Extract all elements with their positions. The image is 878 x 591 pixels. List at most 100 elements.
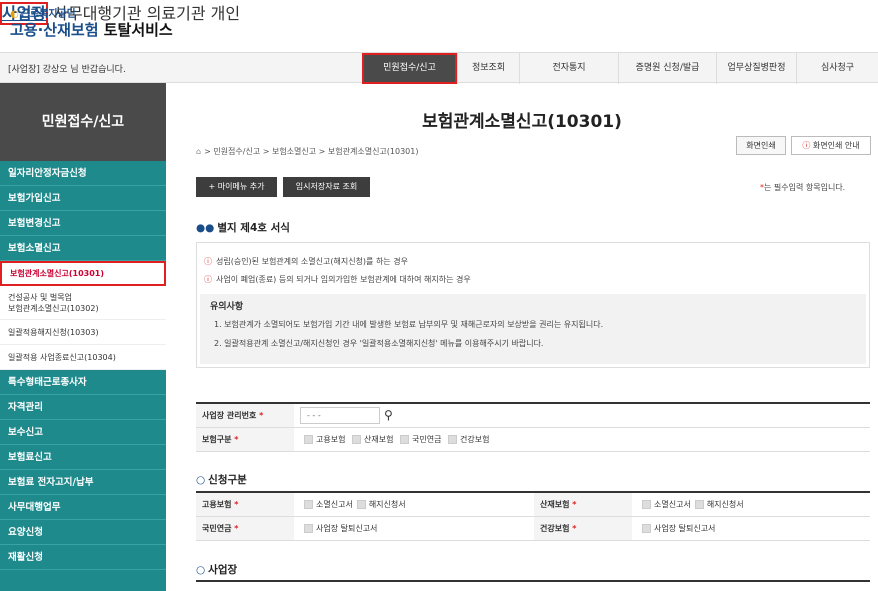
required-star: * [259,410,264,420]
checkbox-emp-cancel[interactable] [356,499,366,509]
sidebar-item[interactable]: 요양신청 [0,520,166,545]
sidebar-item[interactable]: 보험료신고 [0,445,166,470]
sidebar-sub[interactable]: 일괄적용 사업종료신고(10304) [0,345,166,370]
ind-options: 소멸신고서 해지신청서 [632,492,870,517]
ins-options: 고용보험 산재보험 국민연금 건강보험 [294,427,870,452]
apply-section-title: ○ 신청구분 [196,472,247,487]
home-icon[interactable]: ⌂ [196,147,201,156]
option-label: 국민연금 [412,434,442,444]
checkbox-ind-extinct[interactable] [642,499,651,509]
notice-line: ⓘ 성립(승인)된 보험관계의 소멸신고(해지신청)를 하는 경우 [204,256,408,267]
header: ◐ 근로복지공단 고용·산재보험 토탈서비스 사업장 사무대행기관 의료기관 개인 [0,0,878,52]
sidebar-item[interactable]: 자격관리 [0,395,166,420]
sidebar-item[interactable]: 보험료 전자고지/납부 [0,470,166,495]
notice-text: 성립(승인)된 보험관계의 소멸신고(해지신청)를 하는 경우 [216,257,408,266]
emp-options: 소멸신고서 해지신청서 [294,492,534,517]
mgmt-number-input[interactable]: - - - [300,406,380,424]
option-label: 소멸신고서 [316,499,353,509]
hlt-label: 건강보험 * [534,516,632,541]
service-title-b: 토탈서비스 [103,21,173,39]
biz-table-top [196,580,870,582]
checkbox-pen-withdraw[interactable] [304,523,313,533]
sidebar-item[interactable]: 특수형태근로종사자 [0,370,166,395]
caution-box: 유의사항 1. 보험관계가 소멸되어도 보험가입 기간 내에 발생한 보험료 납… [200,294,866,364]
ins-label-text: 보험구분 [202,434,232,444]
checkbox-health[interactable] [448,434,457,444]
greeting: [사업장] 강상오 님 반갑습니다. [8,65,126,75]
ins-label: 보험구분 * [196,427,294,452]
sidebar-item[interactable]: 보험가입신고 [0,186,166,211]
option-label: 사업장 탈퇴신고서 [316,523,378,533]
add-mymenu-button[interactable]: + 마이메뉴 추가 [196,177,277,197]
apply-form: 고용보험 * 소멸신고서 해지신청서 산재보험 * 소멸신고서 해지신청서 국민연금… [196,491,870,541]
print-guide-button[interactable]: ⓘ 화면인쇄 안내 [791,136,871,155]
breadcrumb-text: > 민원접수/신고 > 보험소멸신고 > 보험관계소멸신고(10301) [204,147,419,156]
sidebar-item[interactable]: 재활신청 [0,545,166,570]
checkbox-emp-extinct[interactable] [304,499,313,509]
required-star: * [234,434,239,444]
notice-line: ⓘ 사업이 폐업(종료) 등의 되거나 임의가입한 보험관계에 대하여 해지하는 … [204,274,471,285]
checkbox-hlt-withdraw[interactable] [642,523,651,533]
pen-options: 사업장 탈퇴신고서 [294,516,534,541]
sidebar-item[interactable]: 보수신고 [0,420,166,445]
tab-disease[interactable]: 업무상질병판정 [716,53,796,84]
print-button[interactable]: 화면인쇄 [736,136,786,155]
nav-individual[interactable]: 개인 [211,4,240,23]
tab-civil[interactable]: 민원접수/신고 [362,53,457,84]
pen-label: 국민연금 * [196,516,294,541]
notice-text: 사업이 폐업(종료) 등의 되거나 임의가입한 보험관계에 대하여 해지하는 경… [216,275,471,284]
checkbox-industrial[interactable] [352,434,361,444]
pen-label-text: 국민연금 [202,523,232,533]
option-label: 사업장 탈퇴신고서 [654,523,716,533]
option-label: 해지신청서 [706,499,744,509]
sub-label: 건설공사 및 벌목업 [8,293,72,302]
ind-label: 산재보험 * [534,492,632,517]
checkbox-employment[interactable] [304,434,313,444]
sidebar-sub[interactable]: 일괄적용해지신청(10303) [0,320,166,345]
bullet-icon: ●● [196,222,215,234]
ind-label-text: 산재보험 [540,499,570,509]
hlt-label-text: 건강보험 [540,523,570,533]
alert-icon: ⓘ [802,141,811,150]
checkbox-pension[interactable] [400,434,409,444]
caution-item: 2. 일괄적용관계 소멸신고/해지신청인 경우 '일괄적용소멸해지신청' 메뉴를… [214,339,544,348]
sidebar-item[interactable]: 보험소멸신고 [0,236,166,261]
sidebar-item[interactable]: 보험변경신고 [0,211,166,236]
page-title: 보험관계소멸신고(10301) [422,112,622,132]
tab-e-notice[interactable]: 전자통지 [519,53,618,84]
form-section-title: ●● 별지 제4호 서식 [196,220,290,235]
sidebar-title: 민원접수/신고 [0,83,166,161]
service-title[interactable]: 고용·산재보험 토탈서비스 [10,19,173,40]
option-label: 고용보험 [316,434,346,444]
sidebar-item[interactable]: 일자리안정자금신청 [0,161,166,186]
caution-title: 유의사항 [210,302,244,312]
emp-label-text: 고용보험 [202,499,232,509]
alert-icon: ⓘ [204,275,212,284]
tab-info[interactable]: 정보조회 [457,53,519,84]
checkbox-ind-cancel[interactable] [694,499,704,509]
sidebar-item[interactable]: 사무대행업무 [0,495,166,520]
tab-review[interactable]: 심사청구 [796,53,878,84]
form-title-text: 별지 제4호 서식 [217,222,290,234]
sub-label: 보험관계소멸신고(10302) [8,304,99,313]
hlt-options: 사업장 탈퇴신고서 [632,516,870,541]
notice-box: ⓘ 성립(승인)된 보험관계의 소멸신고(해지신청)를 하는 경우 ⓘ 사업이 폐업… [196,242,870,368]
option-label: 소멸신고서 [654,499,691,509]
search-icon[interactable]: ⚲ [384,408,393,422]
required-note: *는 필수입력 항목입니다. [760,182,845,193]
basic-form: 사업장 관리번호 * - - - ⚲ 보험구분 * 고용보험 산재보험 국민연금 … [196,402,870,452]
apply-title-text: 신청구분 [208,474,247,486]
mgmt-label: 사업장 관리번호 * [196,403,294,428]
bullet-icon: ○ [196,474,206,486]
biz-title-text: 사업장 [208,564,238,576]
tab-certificate[interactable]: 증명원 신청/발급 [618,53,716,84]
sidebar-sub-active[interactable]: 보험관계소멸신고(10301) [0,261,166,286]
option-label: 건강보험 [460,434,490,444]
temp-data-button[interactable]: 임시저장자료 조회 [283,177,370,197]
option-label: 산재보험 [364,434,394,444]
menu-bar: [사업장] 강상오 님 반갑습니다. 민원접수/신고 정보조회 전자통지 증명원… [0,52,878,84]
sidebar-sub[interactable]: 건설공사 및 벌목업보험관계소멸신고(10302) [0,286,166,320]
mgmt-cell: - - - ⚲ [294,403,870,428]
required-star: * [572,499,577,509]
org-logo[interactable]: ◐ 근로복지공단 [10,5,76,20]
